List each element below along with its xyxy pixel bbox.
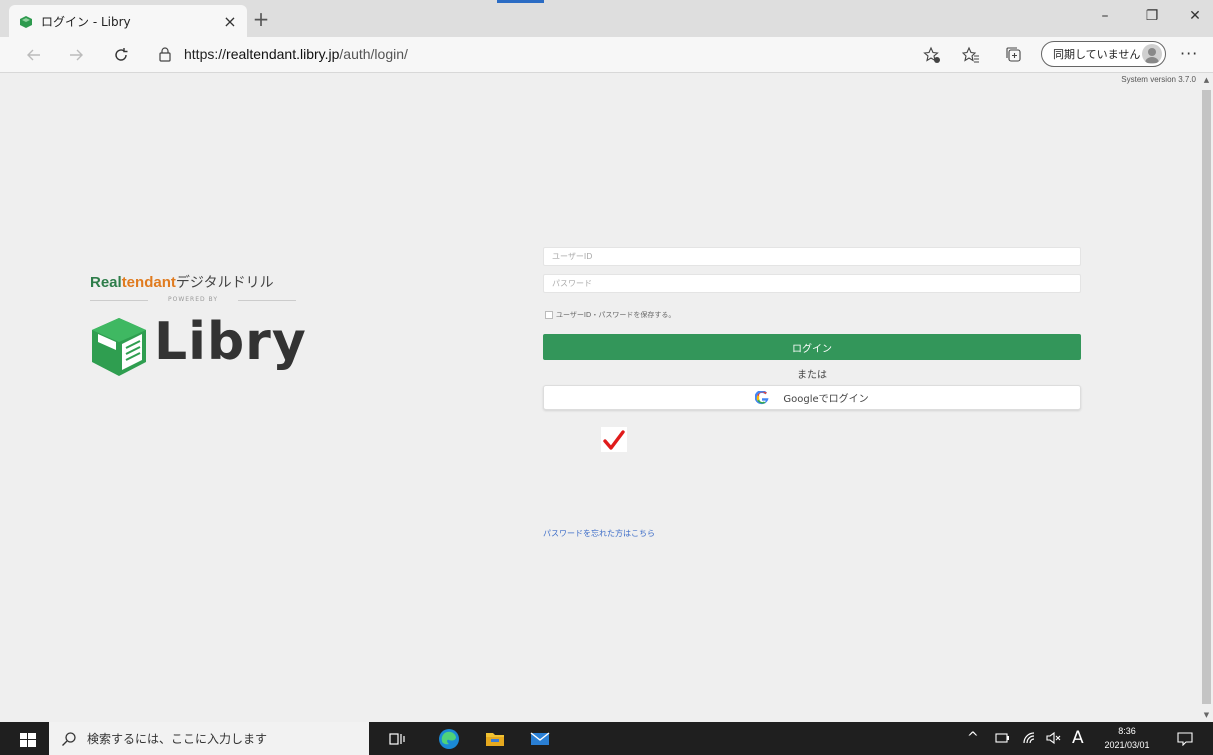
- brand-name: Realtendantデジタルドリル: [90, 274, 274, 291]
- show-hidden-icons-icon[interactable]: ^: [967, 730, 979, 746]
- google-login-button[interactable]: Googleでログイン: [543, 385, 1081, 410]
- tab-title: ログイン - Libry: [41, 14, 131, 29]
- notification-center-icon[interactable]: [1177, 731, 1193, 747]
- refresh-icon[interactable]: [109, 43, 133, 67]
- search-icon: [61, 731, 77, 747]
- more-menu-icon[interactable]: ···: [1180, 44, 1198, 63]
- file-explorer-icon[interactable]: [483, 727, 507, 751]
- tab-close-icon[interactable]: ×: [221, 12, 239, 31]
- page-scrollbar[interactable]: ▲ ▼: [1200, 74, 1213, 722]
- add-favorite-icon[interactable]: [922, 45, 942, 65]
- mail-icon[interactable]: [528, 727, 552, 751]
- taskbar-search-placeholder: 検索するには、ここに入力します: [87, 732, 268, 746]
- url-path: /auth/login/: [339, 46, 408, 62]
- volume-muted-icon[interactable]: [1046, 730, 1062, 746]
- browser-tab-bar: ログイン - Libry × + – ❐ ✕: [0, 0, 1213, 37]
- forgot-password-link[interactable]: パスワードを忘れた方はこちら: [543, 528, 655, 539]
- close-window-button[interactable]: ✕: [1180, 8, 1210, 24]
- wifi-icon[interactable]: [1022, 730, 1036, 746]
- address-bar: https://realtendant.libry.jp/auth/login/…: [0, 37, 1213, 73]
- sync-label: 同期していません: [1053, 48, 1141, 61]
- windows-start-icon[interactable]: [20, 732, 36, 747]
- windows-taskbar: 検索するには、ここに入力します ^ A 8:36 2021/03/01: [0, 722, 1213, 755]
- edge-browser-icon[interactable]: [437, 727, 461, 751]
- forward-arrow-icon[interactable]: [64, 43, 88, 67]
- browser-tab[interactable]: ログイン - Libry ×: [9, 5, 247, 37]
- ime-indicator[interactable]: A: [1072, 728, 1084, 748]
- libry-wordmark: Libry: [154, 312, 307, 372]
- google-g-icon: [755, 390, 769, 405]
- user-id-input[interactable]: [543, 247, 1081, 266]
- red-check-mark-icon: [601, 427, 627, 452]
- system-version: System version 3.7.0: [1121, 75, 1196, 84]
- clock-time: 8:36: [1118, 726, 1136, 736]
- url-host: realtendant.libry.jp: [226, 46, 340, 62]
- libry-favicon-icon: [19, 14, 33, 28]
- lock-icon[interactable]: [158, 47, 172, 66]
- collections-icon[interactable]: [1004, 45, 1024, 65]
- remember-label: ユーザーID・パスワードを保存する。: [556, 311, 676, 319]
- minimize-button[interactable]: –: [1090, 8, 1120, 24]
- url-prefix: https://: [184, 46, 227, 62]
- remember-checkbox[interactable]: [545, 311, 553, 319]
- restore-button[interactable]: ❐: [1137, 8, 1167, 24]
- profile-icon: [1142, 44, 1162, 64]
- battery-icon[interactable]: [995, 730, 1009, 746]
- libry-book-logo-icon: [90, 316, 148, 382]
- clock-date: 2021/03/01: [1104, 740, 1150, 750]
- realtendant-libry-logo: Realtendantデジタルドリル POWERED BY Libry: [90, 272, 310, 382]
- new-tab-button[interactable]: +: [250, 9, 272, 29]
- scroll-down-icon[interactable]: ▼: [1200, 711, 1213, 719]
- or-separator: または: [797, 370, 827, 381]
- taskbar-search-box[interactable]: 検索するには、ここに入力します: [49, 722, 369, 755]
- url-text[interactable]: https://realtendant.libry.jp/auth/login/: [184, 46, 408, 62]
- powered-by: POWERED BY: [90, 296, 296, 303]
- google-login-label: Googleでログイン: [783, 394, 869, 405]
- sync-status-button[interactable]: 同期していません: [1041, 41, 1166, 67]
- taskbar-clock[interactable]: 8:36 2021/03/01: [1101, 724, 1153, 752]
- remember-credentials[interactable]: ユーザーID・パスワードを保存する。: [545, 310, 675, 320]
- accent-stripe: [497, 0, 544, 3]
- scrollbar-thumb[interactable]: [1202, 90, 1211, 704]
- favorites-icon[interactable]: [961, 45, 981, 65]
- back-arrow-icon[interactable]: [22, 43, 46, 67]
- scroll-up-icon[interactable]: ▲: [1200, 76, 1213, 84]
- task-view-icon[interactable]: [385, 727, 409, 751]
- login-button[interactable]: ログイン: [543, 334, 1081, 360]
- password-input[interactable]: [543, 274, 1081, 293]
